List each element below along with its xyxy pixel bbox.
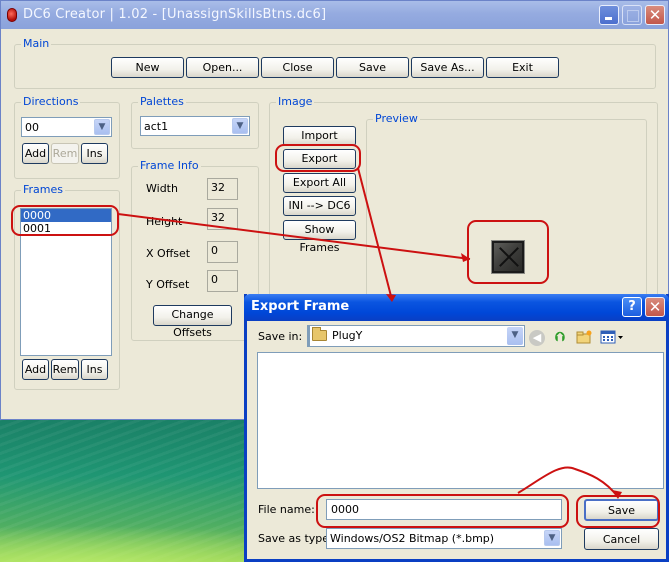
y-offset-value: 0 <box>207 270 238 292</box>
views-menu-icon[interactable] <box>600 330 624 346</box>
window-title: DC6 Creator | 1.02 - [UnassignSkillsBtns… <box>23 7 327 22</box>
main-group-label: Main <box>21 37 52 50</box>
file-list-area[interactable] <box>257 352 664 489</box>
direction-rem-button[interactable]: Rem <box>51 143 79 164</box>
save-file-button[interactable]: Save <box>336 57 409 78</box>
palette-value: act1 <box>144 120 169 133</box>
up-folder-icon[interactable]: ⮉ <box>552 330 568 346</box>
close-button[interactable]: ✕ <box>645 5 665 25</box>
frame-ins-button[interactable]: Ins <box>81 359 108 380</box>
frames-label: Frames <box>21 183 66 196</box>
dialog-save-button[interactable]: Save <box>584 499 659 521</box>
frame-add-button[interactable]: Add <box>22 359 49 380</box>
maximize-button[interactable] <box>622 5 642 25</box>
direction-add-button[interactable]: Add <box>22 143 49 164</box>
palettes-label: Palettes <box>138 95 186 108</box>
dialog-title-bar[interactable]: Export Frame ? ✕ <box>244 294 669 321</box>
import-button[interactable]: Import <box>283 126 356 146</box>
save-in-value: PlugY <box>332 329 363 342</box>
frames-list[interactable]: 0000 0001 <box>20 208 112 356</box>
height-label: Height <box>146 215 183 228</box>
minimize-button[interactable] <box>599 5 619 25</box>
direction-ins-button[interactable]: Ins <box>81 143 108 164</box>
exit-button[interactable]: Exit <box>486 57 559 78</box>
frame-preview-image <box>491 240 525 274</box>
image-label: Image <box>276 95 315 108</box>
file-name-input[interactable] <box>326 499 562 520</box>
export-frame-dialog: Export Frame ? ✕ Save in: PlugY ▼ ◀ ⮉ Fi… <box>244 294 669 562</box>
preview-label: Preview <box>373 112 420 125</box>
save-as-button[interactable]: Save As... <box>411 57 484 78</box>
chevron-down-icon[interactable]: ▼ <box>544 530 560 546</box>
close-file-button[interactable]: Close <box>261 57 334 78</box>
new-folder-icon[interactable] <box>576 330 592 346</box>
dialog-title: Export Frame <box>251 299 350 314</box>
show-frames-button[interactable]: Show Frames <box>283 220 356 254</box>
title-bar[interactable]: DC6 Creator | 1.02 - [UnassignSkillsBtns… <box>1 1 668 29</box>
open-button[interactable]: Open... <box>186 57 259 78</box>
app-icon <box>7 8 17 22</box>
save-in-label: Save in: <box>258 330 303 343</box>
directions-label: Directions <box>21 95 81 108</box>
x-offset-label: X Offset <box>146 247 191 260</box>
new-button[interactable]: New <box>111 57 184 78</box>
palette-select[interactable]: act1 ▼ <box>140 116 250 136</box>
width-label: Width <box>146 182 178 195</box>
dialog-close-button[interactable]: ✕ <box>645 297 665 317</box>
save-in-select[interactable]: PlugY ▼ <box>307 325 525 347</box>
folder-icon <box>312 327 327 341</box>
change-offsets-button[interactable]: Change Offsets <box>153 305 232 339</box>
directions-group: Directions <box>14 95 120 179</box>
save-as-type-label: Save as type: <box>258 532 333 545</box>
frame-list-item[interactable]: 0001 <box>21 222 111 235</box>
x-offset-value: 0 <box>207 241 238 263</box>
file-name-label: File name: <box>258 503 315 516</box>
back-icon[interactable]: ◀ <box>529 330 545 346</box>
y-offset-label: Y Offset <box>146 278 190 291</box>
chevron-down-icon[interactable]: ▼ <box>94 119 110 135</box>
ini-to-dc6-button[interactable]: INI --> DC6 <box>283 196 356 216</box>
chevron-down-icon[interactable]: ▼ <box>232 118 248 134</box>
height-value: 32 <box>207 208 238 230</box>
frame-info-label: Frame Info <box>138 159 201 172</box>
frame-list-item[interactable]: 0000 <box>21 209 111 222</box>
save-as-type-select[interactable]: Windows/OS2 Bitmap (*.bmp) ▼ <box>326 528 562 549</box>
save-as-type-value: Windows/OS2 Bitmap (*.bmp) <box>330 532 495 545</box>
directions-select[interactable]: 00 ▼ <box>21 117 112 137</box>
export-all-button[interactable]: Export All <box>283 173 356 193</box>
help-button[interactable]: ? <box>622 297 642 317</box>
directions-value: 00 <box>25 121 39 134</box>
chevron-down-icon[interactable]: ▼ <box>507 327 523 345</box>
export-button[interactable]: Export <box>283 149 356 169</box>
dialog-cancel-button[interactable]: Cancel <box>584 528 659 550</box>
width-value: 32 <box>207 178 238 200</box>
frame-rem-button[interactable]: Rem <box>51 359 79 380</box>
